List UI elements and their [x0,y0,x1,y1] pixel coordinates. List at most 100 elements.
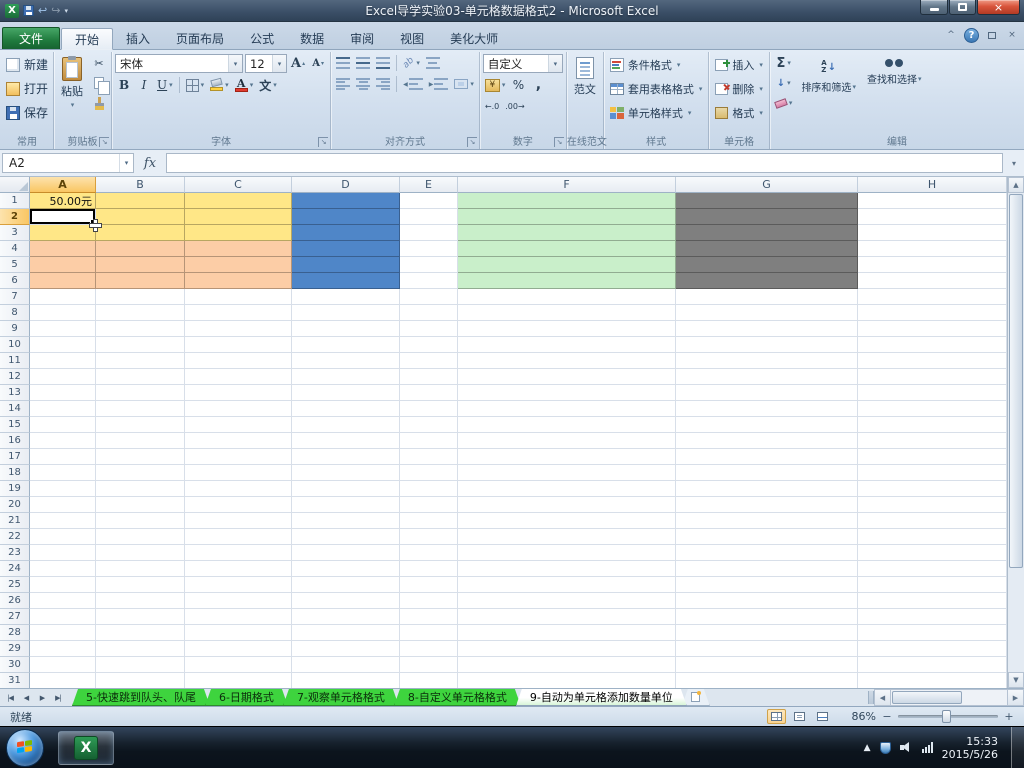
scroll-up-button[interactable]: ▲ [1008,177,1024,193]
cell-B7[interactable] [96,289,185,305]
cell-G27[interactable] [676,609,858,625]
cell-G31[interactable] [676,673,858,688]
fanwen-button[interactable]: 范文 [570,54,600,98]
delete-cells-button[interactable]: 删除 ▾ [712,78,766,99]
cell-H11[interactable] [858,353,1007,369]
next-sheet-button[interactable]: ▶ [34,694,50,702]
redo-button[interactable]: ↪ [51,3,60,18]
cell-A22[interactable] [30,529,96,545]
cell-D17[interactable] [292,449,400,465]
cell-F14[interactable] [458,401,676,417]
cell-F19[interactable] [458,481,676,497]
cell-D29[interactable] [292,641,400,657]
cell-E30[interactable] [400,657,458,673]
cell-G7[interactable] [676,289,858,305]
increase-decimal-button[interactable]: ←.0 [483,97,501,115]
insert-function-button[interactable]: fx [137,156,163,171]
page-layout-view-button[interactable] [790,709,809,724]
cell-E26[interactable] [400,593,458,609]
row-header-11[interactable]: 11 [0,353,30,369]
cell-C5[interactable] [185,257,292,273]
ribbon-tab-1[interactable]: 开始 [61,28,114,50]
phonetic-button[interactable]: 文 ▾ [257,76,279,94]
cell-F27[interactable] [458,609,676,625]
row-header-13[interactable]: 13 [0,385,30,401]
cell-H19[interactable] [858,481,1007,497]
autosum-button[interactable]: Σ ▾ [773,54,795,72]
cell-H10[interactable] [858,337,1007,353]
cell-F12[interactable] [458,369,676,385]
row-header-5[interactable]: 5 [0,257,30,273]
cell-E25[interactable] [400,577,458,593]
cell-C6[interactable] [185,273,292,289]
cell-C1[interactable] [185,193,292,209]
ribbon-tab-8[interactable]: 美化大师 [437,27,511,49]
new-button[interactable]: 新建 [4,54,50,75]
cell-G2[interactable] [676,209,858,225]
cell-E5[interactable] [400,257,458,273]
row-header-16[interactable]: 16 [0,433,30,449]
cell-B11[interactable] [96,353,185,369]
cell-H28[interactable] [858,625,1007,641]
cell-C22[interactable] [185,529,292,545]
cell-C26[interactable] [185,593,292,609]
cell-C14[interactable] [185,401,292,417]
cell-E11[interactable] [400,353,458,369]
cell-H5[interactable] [858,257,1007,273]
cell-A24[interactable] [30,561,96,577]
cell-H13[interactable] [858,385,1007,401]
cell-A3[interactable] [30,225,96,241]
cell-E15[interactable] [400,417,458,433]
cell-H17[interactable] [858,449,1007,465]
cell-B10[interactable] [96,337,185,353]
row-header-1[interactable]: 1 [0,193,30,209]
cell-D3[interactable] [292,225,400,241]
cell-E14[interactable] [400,401,458,417]
column-header-G[interactable]: G [676,177,858,193]
column-header-A[interactable]: A [30,177,96,193]
cell-C11[interactable] [185,353,292,369]
cell-A12[interactable] [30,369,96,385]
cell-D7[interactable] [292,289,400,305]
row-header-31[interactable]: 31 [0,673,30,688]
cell-H21[interactable] [858,513,1007,529]
cell-C7[interactable] [185,289,292,305]
cell-G6[interactable] [676,273,858,289]
cell-A13[interactable] [30,385,96,401]
cell-G17[interactable] [676,449,858,465]
cell-F15[interactable] [458,417,676,433]
cell-F8[interactable] [458,305,676,321]
insert-cells-button[interactable]: 插入 ▾ [712,54,766,75]
help-button[interactable]: ? [964,27,979,43]
cell-A1[interactable]: 50.00元 [30,193,96,209]
cell-G12[interactable] [676,369,858,385]
cell-D8[interactable] [292,305,400,321]
cell-E9[interactable] [400,321,458,337]
cell-D13[interactable] [292,385,400,401]
cell-C21[interactable] [185,513,292,529]
cell-A23[interactable] [30,545,96,561]
cell-A11[interactable] [30,353,96,369]
row-header-29[interactable]: 29 [0,641,30,657]
cell-B3[interactable] [96,225,185,241]
cell-C12[interactable] [185,369,292,385]
row-header-24[interactable]: 24 [0,561,30,577]
cell-H14[interactable] [858,401,1007,417]
workbook-close-button[interactable]: × [1005,27,1019,43]
cell-E3[interactable] [400,225,458,241]
decrease-decimal-button[interactable]: .00→ [503,97,526,115]
cell-C20[interactable] [185,497,292,513]
cell-E6[interactable] [400,273,458,289]
cell-E7[interactable] [400,289,458,305]
ribbon-tab-3[interactable]: 页面布局 [163,27,237,49]
cell-C30[interactable] [185,657,292,673]
align-right-button[interactable] [374,75,392,93]
format-as-table-button[interactable]: 套用表格格式 ▾ [607,78,706,99]
cell-B2[interactable] [96,209,185,225]
cell-H20[interactable] [858,497,1007,513]
alignment-dialog-launcher[interactable]: ↘ [466,137,477,147]
cell-F11[interactable] [458,353,676,369]
excel-app-icon[interactable]: X [5,3,19,18]
cell-G20[interactable] [676,497,858,513]
cell-F4[interactable] [458,241,676,257]
